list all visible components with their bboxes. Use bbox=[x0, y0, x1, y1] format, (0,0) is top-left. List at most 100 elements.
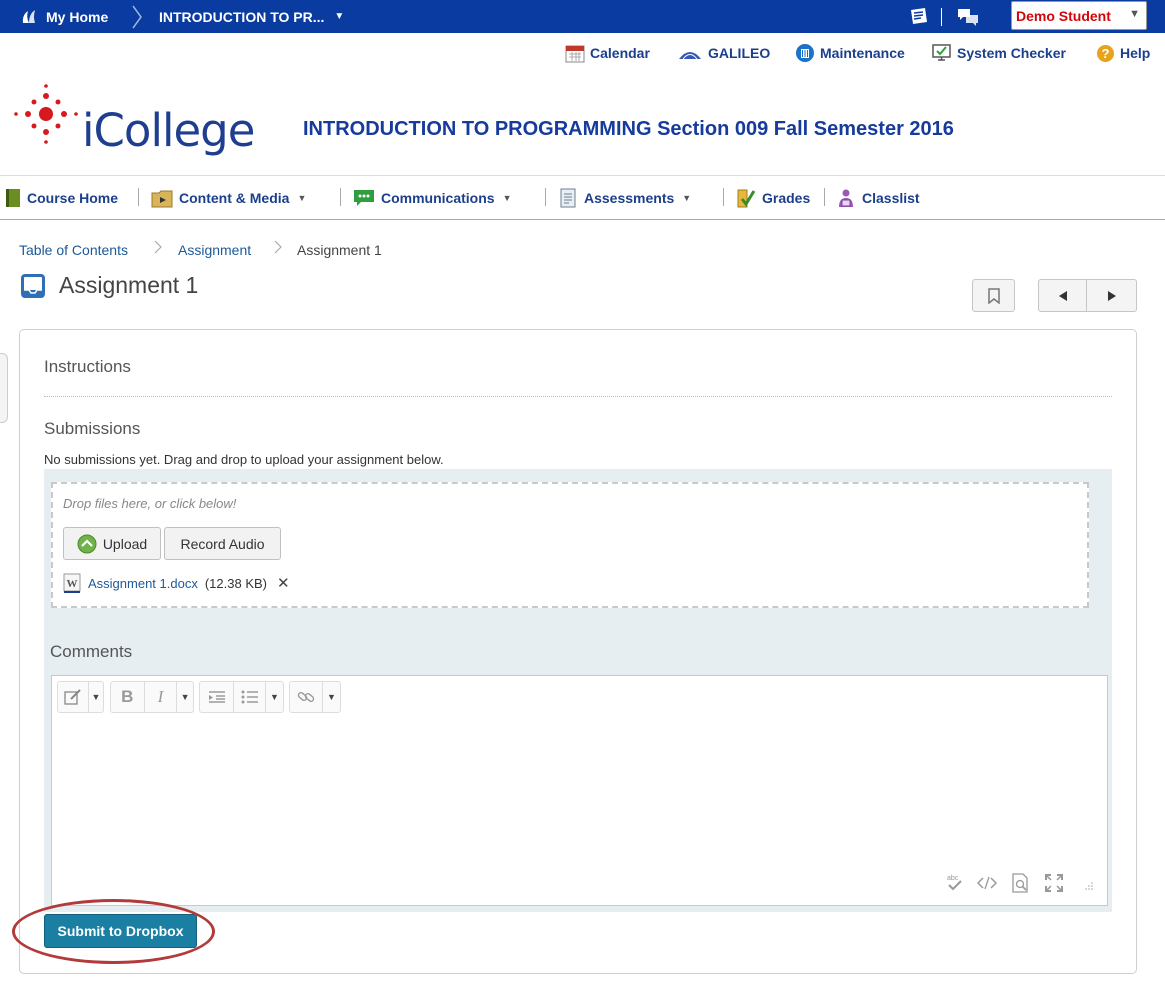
chevron-down-icon[interactable]: ▼ bbox=[322, 682, 340, 712]
system-checker-icon bbox=[932, 44, 951, 61]
chevron-down-icon[interactable]: ▼ bbox=[265, 682, 283, 712]
nav-course-home[interactable]: Course Home bbox=[5, 186, 118, 210]
bookmark-button[interactable] bbox=[972, 279, 1015, 312]
chevron-right-icon bbox=[132, 5, 142, 29]
record-audio-label: Record Audio bbox=[180, 535, 265, 552]
triangle-right-icon bbox=[1107, 290, 1116, 301]
maintenance-icon bbox=[796, 44, 814, 62]
nav-communications-label: Communications bbox=[381, 190, 495, 206]
submissions-heading: Submissions bbox=[44, 419, 141, 438]
system-checker-link[interactable]: System Checker bbox=[932, 42, 1066, 64]
nav-grades[interactable]: Grades bbox=[736, 186, 810, 210]
nav-divider bbox=[138, 188, 139, 206]
course-selector[interactable]: INTRODUCTION TO PR... ▼ bbox=[159, 0, 344, 33]
link-group: ▼ bbox=[289, 681, 341, 713]
file-name-link[interactable]: Assignment 1.docx bbox=[88, 576, 198, 591]
galileo-link[interactable]: GALILEO bbox=[677, 42, 770, 64]
nav-assessments[interactable]: Assessments ▼ bbox=[558, 186, 691, 210]
previous-button[interactable] bbox=[1038, 279, 1087, 312]
drop-hint: Drop files here, or click below! bbox=[63, 496, 237, 511]
course-selector-label: INTRODUCTION TO PR... bbox=[159, 8, 325, 25]
resize-handle-icon[interactable] bbox=[1082, 879, 1096, 893]
breadcrumb-assignment[interactable]: Assignment bbox=[178, 242, 251, 258]
bulleted-list-icon[interactable] bbox=[233, 682, 265, 712]
top-bar: My Home INTRODUCTION TO PR... ▼ Demo Stu… bbox=[0, 0, 1165, 33]
spellcheck-icon[interactable]: abc bbox=[945, 873, 965, 893]
galileo-icon bbox=[679, 52, 701, 60]
chevron-down-icon: ▼ bbox=[334, 11, 345, 22]
side-panel-handle[interactable] bbox=[0, 353, 8, 423]
user-menu[interactable]: Demo Student ▼ bbox=[1011, 1, 1147, 30]
svg-text:abc: abc bbox=[947, 875, 959, 882]
preview-icon[interactable] bbox=[1011, 873, 1031, 893]
insert-stuff-button[interactable] bbox=[58, 682, 88, 712]
file-size: (12.38 KB) bbox=[204, 575, 267, 591]
calendar-link[interactable]: Calendar bbox=[565, 42, 650, 64]
word-document-icon: W bbox=[63, 573, 81, 593]
system-checker-label: System Checker bbox=[957, 45, 1066, 61]
help-link[interactable]: ? Help bbox=[1096, 42, 1150, 64]
nav-content-media[interactable]: Content & Media ▼ bbox=[151, 186, 306, 210]
nav-divider bbox=[340, 188, 341, 206]
instructions-heading: Instructions bbox=[44, 357, 131, 376]
nav-grades-label: Grades bbox=[762, 190, 811, 206]
help-icon: ? bbox=[1097, 44, 1114, 62]
nav-course-home-label: Course Home bbox=[27, 190, 119, 206]
list-group: ▼ bbox=[199, 681, 284, 713]
format-group: B I ▼ bbox=[110, 681, 194, 713]
nav-divider bbox=[824, 188, 825, 206]
bookmark-icon bbox=[987, 287, 1000, 304]
my-home-link[interactable]: My Home bbox=[20, 0, 108, 33]
nav-communications[interactable]: Communications ▼ bbox=[353, 186, 512, 210]
help-label: Help bbox=[1120, 45, 1151, 61]
upload-button[interactable]: Upload bbox=[63, 527, 161, 560]
breadcrumb-table-of-contents[interactable]: Table of Contents bbox=[19, 242, 128, 258]
chevron-down-icon: ▼ bbox=[297, 193, 307, 203]
icollege-logo[interactable]: iCollege bbox=[10, 82, 255, 168]
upload-icon bbox=[77, 534, 97, 553]
chevron-down-icon: ▼ bbox=[1129, 8, 1140, 20]
section-divider bbox=[44, 396, 1112, 397]
submissions-note: No submissions yet. Drag and drop to upl… bbox=[44, 452, 444, 467]
chevron-right-icon bbox=[154, 240, 162, 254]
submit-label: Submit to Dropbox bbox=[57, 923, 184, 939]
breadcrumb-current: Assignment 1 bbox=[297, 242, 382, 258]
content-media-icon bbox=[151, 190, 173, 208]
bold-icon[interactable]: B bbox=[111, 682, 144, 712]
chevron-down-icon: ▼ bbox=[682, 193, 692, 203]
communications-icon bbox=[354, 190, 374, 206]
source-code-icon[interactable] bbox=[977, 873, 997, 893]
link-icon[interactable] bbox=[290, 682, 322, 712]
nav-classlist[interactable]: Classlist bbox=[836, 186, 920, 210]
home-logo-icon bbox=[22, 9, 35, 23]
my-home-label: My Home bbox=[46, 8, 109, 25]
logo-mark-icon bbox=[14, 84, 78, 144]
record-audio-button[interactable]: Record Audio bbox=[164, 527, 281, 560]
fullscreen-icon[interactable] bbox=[1044, 873, 1064, 893]
edit-icon bbox=[64, 689, 81, 705]
maintenance-link[interactable]: Maintenance bbox=[795, 42, 905, 64]
course-home-icon bbox=[6, 189, 20, 207]
updates-icon[interactable] bbox=[908, 6, 930, 28]
dropbox-icon bbox=[21, 274, 45, 298]
chevron-down-icon: ▼ bbox=[502, 193, 512, 203]
topbar-divider bbox=[941, 8, 942, 26]
chevron-down-icon[interactable]: ▼ bbox=[88, 682, 103, 712]
indent-icon[interactable] bbox=[200, 682, 233, 712]
calendar-icon bbox=[565, 45, 585, 63]
next-button[interactable] bbox=[1086, 279, 1137, 312]
nav-classlist-label: Classlist bbox=[862, 190, 920, 206]
chevron-down-icon[interactable]: ▼ bbox=[176, 682, 193, 712]
insert-stuff-group: ▼ bbox=[57, 681, 104, 713]
calendar-label: Calendar bbox=[590, 45, 650, 61]
upload-label: Upload bbox=[102, 535, 148, 552]
assessments-icon bbox=[560, 188, 576, 208]
submit-to-dropbox-button[interactable]: Submit to Dropbox bbox=[44, 914, 197, 948]
triangle-left-icon bbox=[1058, 290, 1067, 301]
remove-file-icon[interactable]: ✕ bbox=[277, 574, 290, 592]
italic-icon[interactable]: I bbox=[143, 682, 177, 712]
logo-text: iCollege bbox=[82, 104, 255, 157]
messages-icon[interactable] bbox=[956, 6, 980, 28]
svg-text:?: ? bbox=[1102, 46, 1110, 61]
svg-text:W: W bbox=[67, 578, 78, 590]
